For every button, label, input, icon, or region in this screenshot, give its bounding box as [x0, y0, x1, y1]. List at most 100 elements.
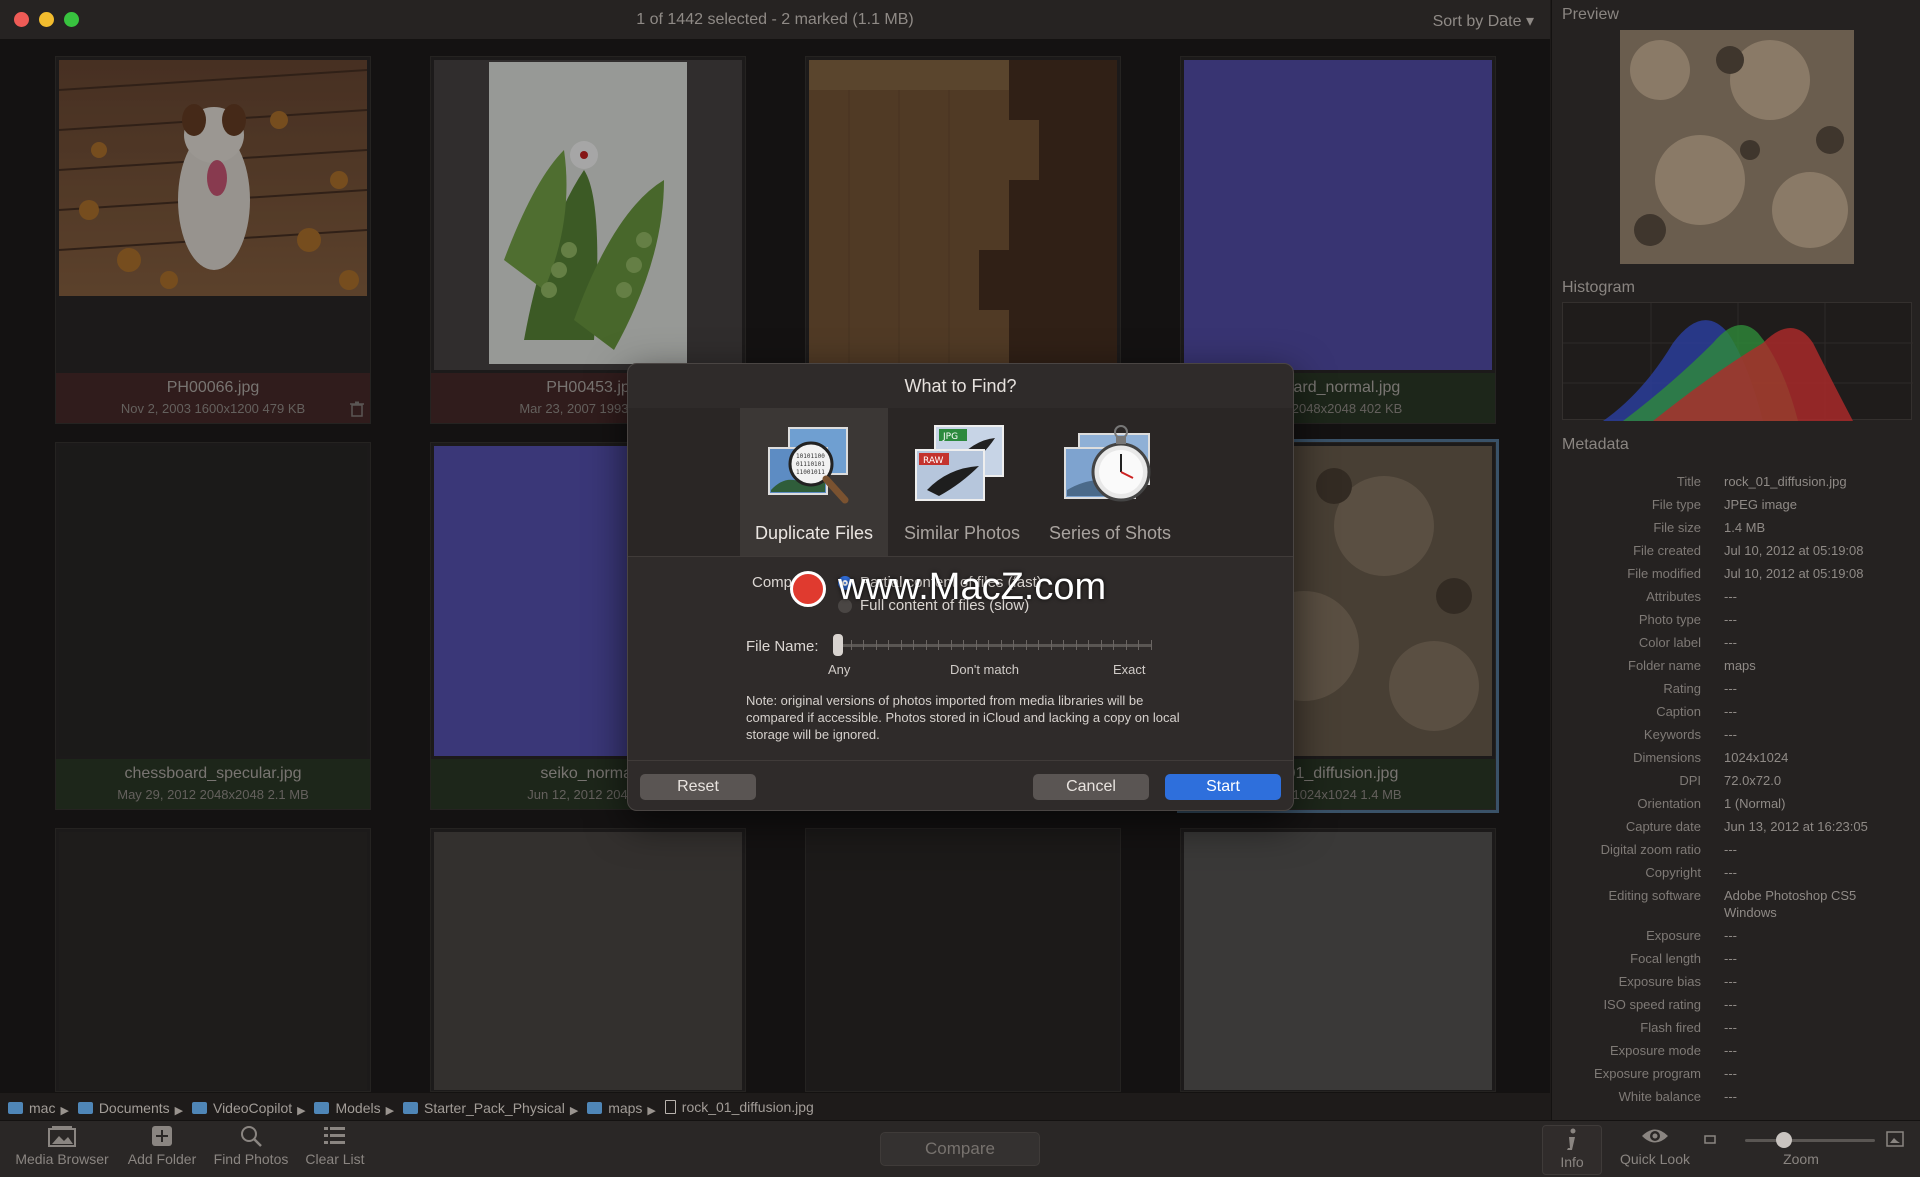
file-name-slider-knob[interactable]	[833, 634, 843, 656]
zoom-slider-knob[interactable]	[1776, 1132, 1792, 1148]
metadata-value: Jul 10, 2012 at 05:19:08	[1724, 543, 1864, 558]
clear-list-button[interactable]: Clear List	[300, 1125, 370, 1167]
search-icon	[241, 1126, 262, 1147]
dialog-note: Note: original versions of photos import…	[746, 693, 1180, 742]
compare-label: Comp	[752, 574, 793, 591]
watermark-logo-icon	[790, 571, 826, 607]
slider-tick	[1150, 640, 1152, 650]
svg-text:JPG: JPG	[942, 432, 958, 442]
metadata-row: Color label ---	[1552, 631, 1920, 654]
slider-tick	[1088, 640, 1089, 650]
folder-icon	[314, 1102, 330, 1114]
slider-tick	[850, 640, 852, 650]
metadata-title: Metadata	[1562, 436, 1629, 453]
zoom-slider-track[interactable]	[1745, 1139, 1875, 1142]
svg-text:11001011: 11001011	[796, 469, 825, 476]
preview-title: Preview	[1562, 6, 1619, 23]
metadata-value: ---	[1724, 681, 1737, 696]
compare-button[interactable]: Compare	[880, 1132, 1040, 1166]
breadcrumb-item[interactable]: rock_01_diffusion.jpg	[664, 1099, 814, 1115]
zoom-in-icon	[1886, 1131, 1904, 1147]
metadata-row: File type JPEG image	[1552, 493, 1920, 516]
metadata-key: Exposure	[1646, 928, 1701, 943]
slider-tick	[888, 640, 889, 650]
tab-series-of-shots[interactable]: Series of Shots	[1036, 408, 1184, 556]
metadata-row: Photo type ---	[1552, 608, 1920, 631]
metadata-row: Copyright ---	[1552, 861, 1920, 884]
metadata-key: Editing software	[1608, 888, 1702, 903]
metadata-value: Jun 13, 2012 at 16:23:05	[1724, 819, 1868, 834]
metadata-value: ---	[1724, 974, 1737, 989]
metadata-value: JPEG image	[1724, 497, 1797, 512]
metadata-value: Jul 10, 2012 at 05:19:08	[1724, 566, 1864, 581]
slider-tick	[1025, 640, 1027, 650]
histogram-title: Histogram	[1562, 279, 1635, 296]
sort-dropdown[interactable]: Sort by Date ▾	[1433, 11, 1534, 31]
metadata-key: Dimensions	[1633, 750, 1701, 765]
breadcrumb-item[interactable]: maps	[587, 1100, 642, 1116]
tab-duplicate-files[interactable]: 10101100 01110101 11001011 Duplicate Files	[740, 408, 888, 556]
slider-tick	[975, 640, 977, 650]
metadata-key: Keywords	[1643, 727, 1701, 742]
breadcrumb-item[interactable]: Models	[314, 1100, 381, 1116]
quick-look-button[interactable]: Quick Look	[1610, 1125, 1700, 1167]
media-browser-button[interactable]: Media Browser	[14, 1125, 110, 1167]
metadata-value: Windows	[1724, 905, 1777, 920]
metadata-key: Rating	[1663, 681, 1701, 696]
metadata-value: 1024x1024	[1724, 750, 1789, 765]
breadcrumb-item[interactable]: mac	[8, 1100, 55, 1116]
similar-photos-icon: JPG RAW	[913, 420, 1011, 514]
slider-any-label: Any	[828, 662, 851, 677]
histogram-chart	[1562, 302, 1913, 421]
metadata-key: Exposure mode	[1609, 1043, 1701, 1058]
metadata-key: Focal length	[1630, 951, 1701, 966]
plus-icon	[152, 1126, 172, 1146]
metadata-value: ---	[1724, 865, 1737, 880]
metadata-key: File size	[1653, 520, 1701, 535]
breadcrumb-item[interactable]: Documents	[77, 1100, 170, 1116]
metadata-row: Orientation 1 (Normal)	[1552, 792, 1920, 815]
metadata-value: ---	[1724, 997, 1737, 1012]
metadata-value: Adobe Photoshop CS5	[1724, 888, 1857, 903]
metadata-value: ---	[1724, 1020, 1737, 1035]
metadata-value: ---	[1724, 612, 1737, 627]
bottom-toolbar: Media Browser Add Folder Find Photos Cle…	[0, 1120, 1920, 1177]
info-button[interactable]: Info	[1542, 1125, 1602, 1175]
slider-tick	[950, 640, 952, 650]
metadata-key: File modified	[1627, 566, 1701, 581]
metadata-row: File modified Jul 10, 2012 at 05:19:08	[1552, 562, 1920, 585]
metadata-key: Folder name	[1628, 658, 1701, 673]
file-name-label: File Name:	[746, 638, 819, 655]
add-folder-button[interactable]: Add Folder	[124, 1125, 200, 1167]
slider-tick	[913, 640, 914, 650]
metadata-value: maps	[1724, 658, 1756, 673]
slider-tick	[1050, 640, 1052, 650]
metadata-row: DPI 72.0x72.0	[1552, 769, 1920, 792]
breadcrumb-item[interactable]: VideoCopilot	[191, 1100, 292, 1116]
start-button[interactable]: Start	[1165, 774, 1281, 800]
find-photos-button[interactable]: Find Photos	[210, 1125, 292, 1167]
slider-exact-label: Exact	[1113, 662, 1146, 677]
file-name-slider-track[interactable]	[838, 644, 1151, 647]
slider-tick	[875, 640, 877, 650]
metadata-row: White balance ---	[1552, 1085, 1920, 1108]
svg-text:10101100: 10101100	[796, 453, 825, 460]
zoom-out-icon	[1704, 1135, 1716, 1144]
metadata-row: Title rock_01_diffusion.jpg	[1552, 470, 1920, 493]
slider-tick	[1013, 640, 1014, 650]
metadata-row: Exposure program ---	[1552, 1062, 1920, 1085]
tab-similar-photos[interactable]: JPG RAW Similar Photos	[888, 408, 1036, 556]
metadata-value: ---	[1724, 635, 1737, 650]
reset-button[interactable]: Reset	[640, 774, 756, 800]
slider-tick	[1000, 640, 1002, 650]
cancel-button[interactable]: Cancel	[1033, 774, 1149, 800]
metadata-key: Attributes	[1646, 589, 1701, 604]
metadata-row: Capture date Jun 13, 2012 at 16:23:05	[1552, 815, 1920, 838]
metadata-key: File type	[1651, 497, 1701, 512]
zoom-label: Zoom	[1783, 1151, 1819, 1167]
slider-tick	[988, 640, 989, 650]
series-of-shots-icon	[1061, 420, 1159, 514]
folder-icon	[77, 1102, 93, 1114]
breadcrumb-item[interactable]: Starter_Pack_Physical	[402, 1100, 565, 1116]
metadata-row: Digital zoom ratio ---	[1552, 838, 1920, 861]
